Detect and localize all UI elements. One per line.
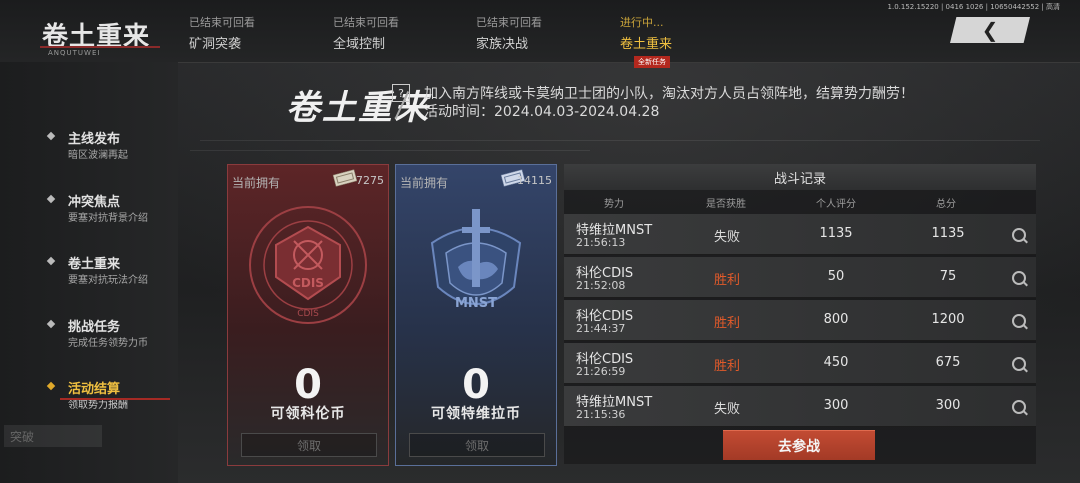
row-total-score: 1200 xyxy=(931,312,965,327)
row-total-score: 300 xyxy=(935,398,961,413)
top-bar: 卷土重来 ANQUTUWEI 已结束可回看 矿洞突袭 已结束可回看 全域控制 已… xyxy=(0,0,1080,68)
event-period: 活动时间：2024.04.03-2024.04.28 xyxy=(424,104,660,120)
diamond-icon xyxy=(46,381,56,391)
back-button[interactable]: ❮ xyxy=(950,17,1030,43)
row-time: 21:15:36 xyxy=(576,408,626,421)
sidebar: 主线发布 暗区波澜再起 冲突焦点 要塞对抗背景介绍 卷土重来 要塞对抗玩法介绍 … xyxy=(0,62,178,483)
join-battle-button[interactable]: 去参战 xyxy=(723,430,875,460)
diamond-icon xyxy=(46,131,56,141)
own-label: 当前拥有 xyxy=(232,176,281,190)
emblem-bottom-text: CDIS xyxy=(297,309,319,319)
claimable-value: 0 xyxy=(294,362,322,408)
row-total-score: 675 xyxy=(935,355,961,370)
sidebar-item-title: 冲突焦点 xyxy=(68,195,121,210)
tab-name: 家族决战 xyxy=(476,37,529,52)
column-header-result: 是否获胜 xyxy=(706,199,746,210)
cdis-emblem-icon: CDIS CDIS xyxy=(249,206,367,324)
row-total-score: 75 xyxy=(939,269,957,284)
search-icon[interactable] xyxy=(1012,271,1026,285)
chevron-left-icon: ❮ xyxy=(981,18,999,42)
battle-record-title: 战斗记录 xyxy=(564,164,1036,190)
diamond-icon xyxy=(46,319,56,329)
sidebar-item-title: 卷土重来 xyxy=(68,257,121,272)
column-header-faction: 势力 xyxy=(604,199,624,210)
row-personal-score: 50 xyxy=(827,269,845,284)
table-row[interactable]: 特维拉MNST 21:56:13 失败 1135 1135 xyxy=(564,214,1036,255)
new-task-badge: 全新任务 xyxy=(634,56,670,68)
tab-name: 卷土重来 xyxy=(620,37,673,52)
logo-underline xyxy=(40,46,160,48)
diamond-icon xyxy=(46,194,56,204)
system-info: 1.0.152.15220 | 0416 1026 | 10650442552 … xyxy=(887,3,1060,11)
event-description: 加入南方阵线或卡莫纳卫士团的小队，淘汰对方人员占领阵地，结算势力酬劳！ xyxy=(424,86,914,102)
row-personal-score: 800 xyxy=(823,312,849,327)
row-result: 胜利 xyxy=(714,316,741,331)
claimable-label: 可领特维拉币 xyxy=(431,406,521,422)
table-row[interactable]: 特维拉MNST 21:15:36 失败 300 300 xyxy=(564,386,1036,427)
money-icon xyxy=(332,169,358,187)
own-count: 14115 xyxy=(517,174,552,187)
column-header-personal: 个人评分 xyxy=(816,199,856,210)
tab-status: 已结束可回看 xyxy=(333,16,399,29)
row-time: 21:52:08 xyxy=(576,279,626,292)
sidebar-item-subtitle: 完成任务领势力币 xyxy=(68,338,148,349)
emblem-text: MNST xyxy=(455,296,497,311)
tab-status: 已结束可回看 xyxy=(189,16,255,29)
tab-status: 进行中... xyxy=(620,16,664,29)
decor-line xyxy=(190,150,590,151)
row-personal-score: 1135 xyxy=(819,226,853,241)
row-result: 胜利 xyxy=(714,359,741,374)
row-time: 21:26:59 xyxy=(576,365,626,378)
own-label: 当前拥有 xyxy=(400,176,449,190)
row-time: 21:44:37 xyxy=(576,322,626,335)
tab-status: 已结束可回看 xyxy=(476,16,542,29)
active-indicator xyxy=(60,398,170,400)
sidebar-item-subtitle: 暗区波澜再起 xyxy=(68,150,128,161)
table-row[interactable]: 科伦CDIS 21:44:37 胜利 800 1200 xyxy=(564,300,1036,341)
sidebar-item-subtitle: 要塞对抗玩法介绍 xyxy=(68,275,148,286)
search-icon[interactable] xyxy=(1012,357,1026,371)
column-header-total: 总分 xyxy=(936,199,956,210)
breakthrough-button[interactable]: 突破 xyxy=(4,425,102,447)
faction-card-cdis: 当前拥有 7275 CDIS CDIS 0 可领科伦币 领取 xyxy=(227,164,389,466)
faction-card-mnst: 当前拥有 14115 MNST 0 可领特维拉币 领取 xyxy=(395,164,557,466)
sidebar-item-title: 挑战任务 xyxy=(68,320,121,335)
tab-comeback[interactable]: 进行中... 卷土重来 xyxy=(620,14,672,52)
tab-mine-raid[interactable]: 已结束可回看 矿洞突袭 xyxy=(189,14,255,52)
row-personal-score: 450 xyxy=(823,355,849,370)
claim-button[interactable]: 领取 xyxy=(241,433,377,457)
sidebar-item-title: 活动结算 xyxy=(68,382,121,397)
mnst-emblem-icon: MNST xyxy=(430,209,522,311)
tab-name: 全域控制 xyxy=(333,37,386,52)
emblem-top-text: CDIS xyxy=(292,276,324,290)
own-count: 7275 xyxy=(356,174,384,187)
sidebar-item-subtitle: 要塞对抗背景介绍 xyxy=(68,213,148,224)
row-time: 21:56:13 xyxy=(576,236,626,249)
search-icon[interactable] xyxy=(1012,400,1026,414)
decor-line xyxy=(200,140,1040,141)
tab-global-control[interactable]: 已结束可回看 全域控制 xyxy=(333,14,399,52)
row-result: 胜利 xyxy=(714,273,741,288)
row-total-score: 1135 xyxy=(931,226,965,241)
sidebar-item-title: 主线发布 xyxy=(68,132,121,147)
search-icon[interactable] xyxy=(1012,228,1026,242)
table-row[interactable]: 科伦CDIS 21:52:08 胜利 50 75 xyxy=(564,257,1036,298)
tab-family-battle[interactable]: 已结束可回看 家族决战 xyxy=(476,14,542,52)
logo-subtitle: ANQUTUWEI xyxy=(48,49,101,57)
battle-record-header: 势力 是否获胜 个人评分 总分 xyxy=(564,191,1036,211)
claim-button[interactable]: 领取 xyxy=(409,433,545,457)
search-icon[interactable] xyxy=(1012,314,1026,328)
claimable-label: 可领科伦币 xyxy=(270,406,346,422)
row-result: 失败 xyxy=(714,230,741,245)
tab-name: 矿洞突袭 xyxy=(189,37,242,52)
row-result: 失败 xyxy=(714,402,741,417)
row-personal-score: 300 xyxy=(823,398,849,413)
table-row[interactable]: 科伦CDIS 21:26:59 胜利 450 675 xyxy=(564,343,1036,384)
claimable-value: 0 xyxy=(462,362,490,408)
battle-record-panel: 战斗记录 势力 是否获胜 个人评分 总分 特维拉MNST 21:56:13 失败… xyxy=(564,164,1036,464)
diamond-icon xyxy=(46,256,56,266)
